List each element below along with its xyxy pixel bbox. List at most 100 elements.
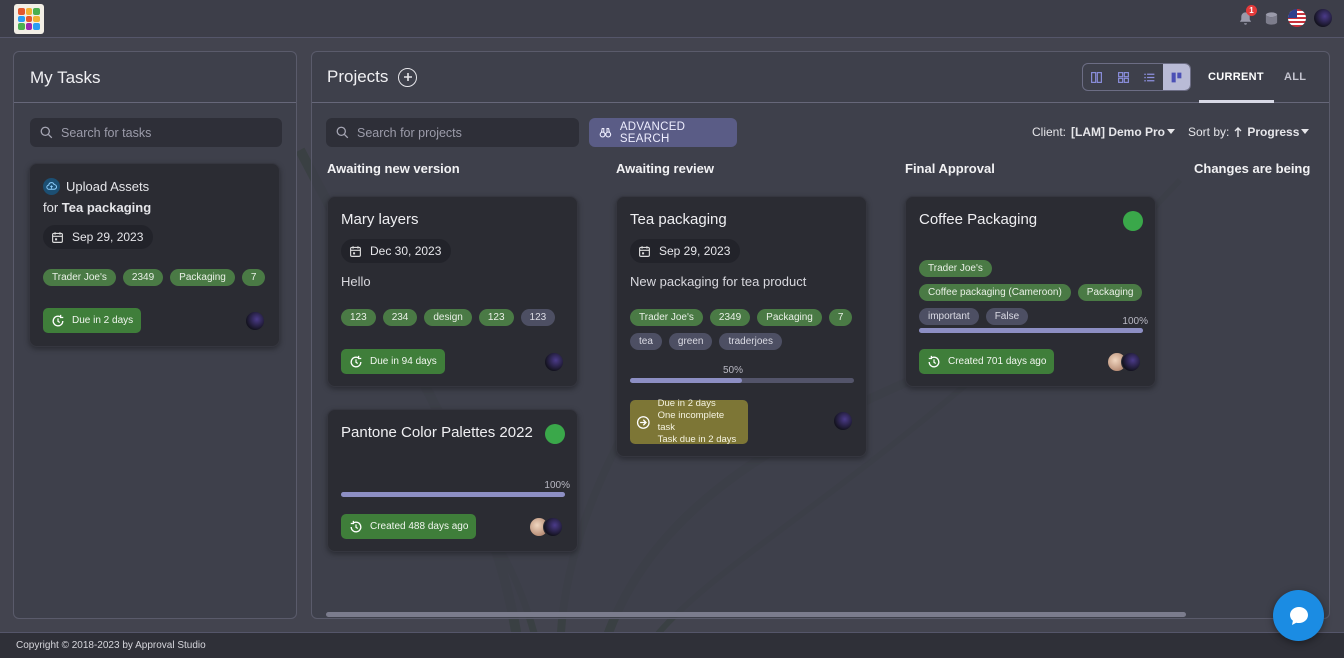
current-tab-underline	[1199, 100, 1274, 103]
task-search-input[interactable]: Search for tasks	[30, 118, 282, 147]
progress-bar	[341, 492, 565, 497]
tag[interactable]: 7	[241, 269, 266, 286]
progress-fill	[341, 492, 565, 497]
calendar-icon	[639, 245, 650, 257]
member-avatar[interactable]	[833, 411, 853, 431]
user-avatar[interactable]	[1314, 9, 1332, 27]
client-value: [LAM] Demo Pro	[1071, 125, 1166, 139]
sort-label: Sort by:	[1188, 125, 1230, 139]
arrow-circle-icon	[636, 415, 650, 429]
plus-icon	[403, 73, 412, 81]
tab-current[interactable]: CURRENT	[1208, 71, 1264, 83]
status-indicator	[545, 424, 565, 444]
project-description: New packaging for tea product	[630, 274, 807, 289]
advanced-search-label: ADVANCED SEARCH	[619, 120, 686, 145]
progress-bar	[630, 378, 854, 383]
tag[interactable]: 7	[828, 309, 853, 326]
project-date-pill: Sep 29, 2023	[630, 239, 741, 263]
board-horizontal-scrollbar[interactable]	[326, 612, 1186, 617]
project-card-pantone[interactable]: Pantone Color Palettes 2022 100% Created…	[327, 409, 578, 552]
arrow-up-icon	[1234, 127, 1242, 137]
project-search-placeholder: Search for projects	[357, 125, 462, 140]
advanced-search-button[interactable]: ADVANCED SEARCH	[589, 118, 737, 147]
tab-all[interactable]: ALL	[1284, 71, 1306, 83]
project-card-mary-layers[interactable]: Mary layers Dec 30, 2023 Hello 123 234 d…	[327, 196, 578, 387]
task-project-link[interactable]: Tea packaging	[62, 200, 151, 215]
member-avatar[interactable]	[544, 352, 564, 372]
member-avatar[interactable]	[543, 517, 563, 537]
tag[interactable]: 123	[341, 309, 376, 326]
assignee-avatar[interactable]	[245, 311, 265, 331]
tag[interactable]: 123	[478, 309, 514, 326]
tag[interactable]: 2349	[122, 269, 164, 286]
project-card-tea-packaging[interactable]: Tea packaging Sep 29, 2023 New packaging…	[616, 196, 867, 457]
database-icon[interactable]	[1262, 9, 1280, 27]
history-icon	[350, 520, 362, 532]
created-text: Created 488 days ago	[370, 521, 469, 532]
project-card-coffee-packaging[interactable]: Coffee Packaging Trader Joe's Coffee pac…	[905, 196, 1156, 387]
task-title-row: Upload Assets	[43, 178, 149, 195]
add-project-button[interactable]	[398, 67, 418, 87]
bell-icon[interactable]: 1	[1236, 5, 1257, 27]
task-title: Upload Assets	[66, 179, 150, 194]
progress-label: 100%	[544, 480, 570, 491]
footer: Copyright © 2018-2023 by Approval Studio	[0, 632, 1344, 658]
member-avatar[interactable]	[1121, 352, 1141, 372]
column-header: Final Approval	[905, 161, 995, 176]
progress-label: 100%	[1122, 316, 1148, 327]
tag[interactable]: 234	[382, 309, 418, 326]
project-tags: Trader Joe's Coffee packaging (Cameroon)…	[919, 260, 1149, 325]
column-header: Awaiting review	[616, 161, 715, 176]
tag[interactable]: 123	[520, 309, 556, 326]
task-card[interactable]: Upload Assets for Tea packaging Sep 29, …	[29, 163, 280, 347]
calendar-icon	[52, 231, 63, 243]
grid-view-icon[interactable]	[1110, 64, 1137, 90]
tag[interactable]: design	[424, 309, 472, 326]
client-label: Client:	[1032, 125, 1067, 139]
created-text: Created 701 days ago	[948, 356, 1047, 367]
projects-header: Projects	[327, 67, 418, 87]
task-for-prefix: for	[43, 200, 59, 215]
project-title: Pantone Color Palettes 2022	[341, 424, 533, 441]
task-tags: Trader Joe's 2349 Packaging 7	[43, 269, 268, 286]
list-view-icon[interactable]	[1137, 64, 1164, 90]
due-warning-badge: Due in 2 days One incomplete task Task d…	[630, 398, 748, 445]
tag[interactable]: traderjoes	[719, 333, 782, 350]
chat-button[interactable]	[1273, 590, 1324, 641]
project-title: Tea packaging	[630, 211, 727, 228]
view-mode-toggle	[1082, 63, 1191, 91]
project-search-input[interactable]: Search for projects	[326, 118, 579, 147]
projects-title: Projects	[327, 67, 389, 86]
tag[interactable]: Packaging	[757, 309, 822, 326]
tag[interactable]: tea	[630, 333, 662, 350]
tag[interactable]: Packaging	[170, 269, 235, 286]
tag[interactable]: important	[919, 308, 979, 325]
top-bar: 1	[0, 0, 1344, 38]
client-filter[interactable]: Client: [LAM] Demo Pro	[1032, 125, 1176, 139]
tag[interactable]: Packaging	[1077, 284, 1143, 301]
progress-fill	[630, 378, 742, 383]
tag[interactable]: Trader Joe's	[919, 260, 992, 277]
progress-label: 50%	[723, 365, 744, 376]
columns-view-icon[interactable]	[1083, 64, 1110, 90]
project-date: Sep 29, 2023	[659, 244, 731, 258]
status-indicator	[1123, 211, 1143, 231]
binoculars-icon	[599, 127, 612, 138]
tag[interactable]: Coffee packaging (Cameroon)	[919, 284, 1071, 301]
tag[interactable]: 2349	[709, 309, 751, 326]
progress-bar	[919, 328, 1143, 333]
sort-filter[interactable]: Sort by: Progress	[1188, 125, 1310, 139]
column-header: Awaiting new version	[327, 161, 460, 176]
task-project-line: for Tea packaging	[43, 200, 151, 215]
tag[interactable]: False	[985, 308, 1029, 325]
tag[interactable]: Trader Joe's	[43, 269, 116, 286]
app-logo[interactable]	[14, 4, 44, 34]
kanban-view-icon[interactable]	[1163, 64, 1190, 90]
task-date: Sep 29, 2023	[72, 230, 144, 244]
tag[interactable]: green	[668, 333, 713, 350]
project-date-pill: Dec 30, 2023	[341, 239, 452, 263]
tag[interactable]: Trader Joe's	[630, 309, 703, 326]
us-flag-icon[interactable]	[1288, 9, 1306, 27]
clock-refresh-icon	[52, 314, 64, 326]
history-icon	[928, 355, 940, 367]
